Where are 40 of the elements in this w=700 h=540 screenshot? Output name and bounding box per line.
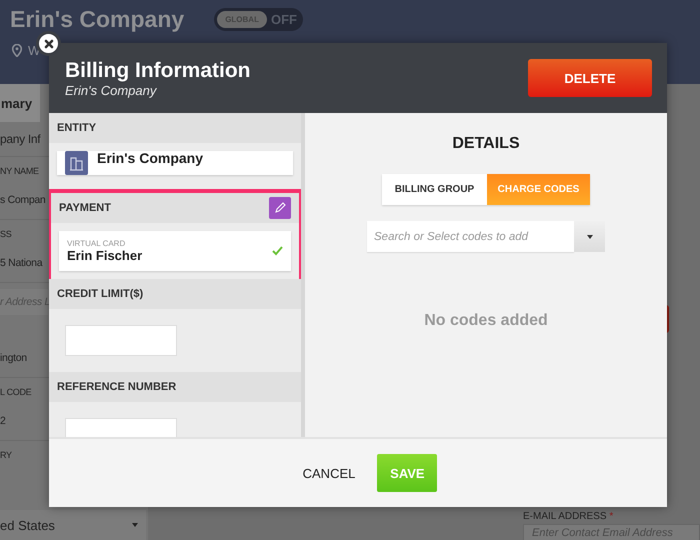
section-header: PAYMENT <box>51 193 299 223</box>
card-type: VIRTUAL CARD <box>67 239 126 248</box>
field-label: NY NAME <box>0 165 40 178</box>
save-button[interactable]: SAVE <box>377 454 438 492</box>
empty-message: No codes added <box>424 312 548 330</box>
modal-subtitle: Erin's Company <box>65 82 158 98</box>
close-icon <box>44 38 54 48</box>
field-value: ington <box>0 351 28 366</box>
country-select[interactable]: ed States <box>0 510 146 540</box>
field-label: SS <box>0 228 12 241</box>
cancel-button[interactable]: CANCEL <box>298 460 360 486</box>
tab[interactable]: CHARGE CODES <box>487 174 590 205</box>
location-pin-icon <box>12 44 22 57</box>
field-value: s Compan <box>0 193 46 208</box>
credit-limit-field[interactable] <box>65 325 177 356</box>
tab[interactable]: BILLING GROUP <box>382 174 487 205</box>
email-label: E-MAIL ADDRESS * <box>523 511 614 522</box>
delete-button[interactable]: DELETE <box>528 59 652 97</box>
page-tab[interactable]: mary <box>0 84 40 122</box>
pencil-icon <box>274 202 286 214</box>
card-name: Erin Fischer <box>67 248 144 263</box>
payment-card[interactable]: VIRTUAL CARD Erin Fischer <box>59 231 291 271</box>
building-icon <box>65 151 88 175</box>
section-header: ENTITY <box>49 113 301 143</box>
edit-button[interactable] <box>269 197 291 219</box>
field-value: 2 <box>0 414 7 429</box>
field-label: L CODE <box>0 386 32 399</box>
page-title: Erin's Company <box>10 6 184 33</box>
section-header: CREDIT LIMIT($) <box>49 279 301 309</box>
field-value: 5 Nationa <box>0 256 44 271</box>
details-title: DETAILS <box>452 135 520 153</box>
code-search-field[interactable]: Search or Select codes to add <box>367 221 574 252</box>
caret-icon <box>586 234 592 238</box>
section-heading: pany Inf <box>0 131 42 148</box>
entity-name: Erin's Company <box>97 150 204 166</box>
section-header: REFERENCE NUMBER <box>49 372 301 402</box>
dropdown-button[interactable] <box>574 221 605 252</box>
field-label: RY <box>0 449 13 462</box>
caret-icon <box>132 523 138 527</box>
modal-title: Billing Information <box>65 58 250 82</box>
